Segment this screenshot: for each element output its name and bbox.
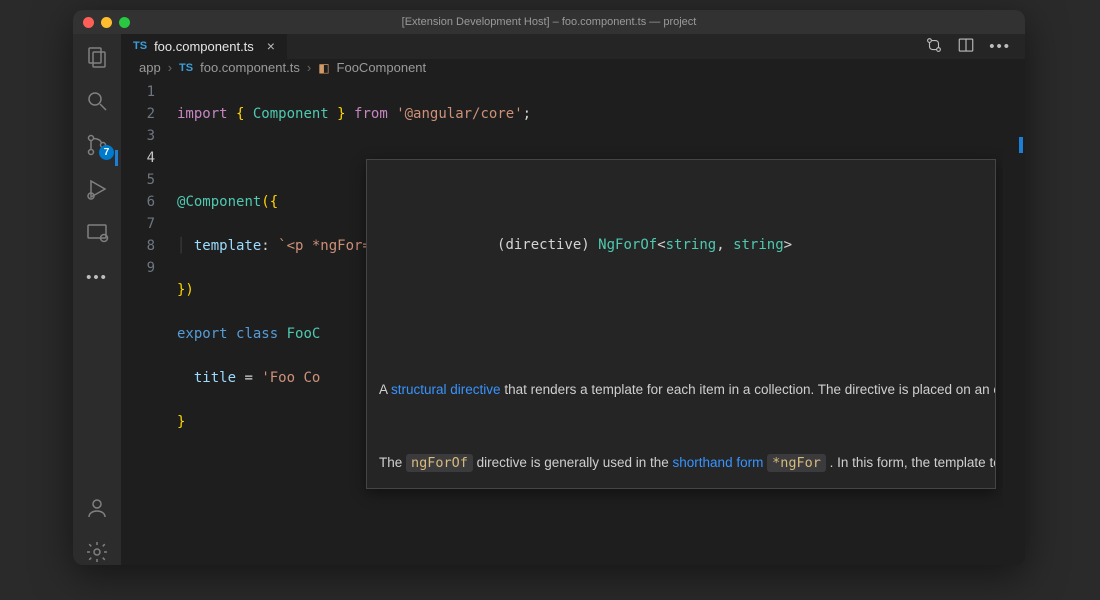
line-gutter: 1 2 3 4 5 6 7 8 9 <box>121 77 169 565</box>
account-icon[interactable] <box>84 495 110 521</box>
search-icon[interactable] <box>84 88 110 114</box>
close-tab-icon[interactable]: × <box>267 38 275 54</box>
window-traffic-lights <box>83 17 130 28</box>
code-content[interactable]: import { Component } from '@angular/core… <box>169 77 1025 565</box>
structural-directive-link[interactable]: structural directive <box>391 382 501 397</box>
breadcrumb-seg[interactable]: foo.component.ts <box>200 60 300 75</box>
tab-bar: TS foo.component.ts × ••• <box>121 34 1025 59</box>
shorthand-form-link[interactable]: shorthand form <box>673 455 764 470</box>
tab-foo-component[interactable]: TS foo.component.ts × <box>121 34 288 59</box>
titlebar[interactable]: [Extension Development Host] – foo.compo… <box>73 10 1025 34</box>
typescript-file-icon: TS <box>133 40 147 52</box>
typescript-file-icon: TS <box>179 62 193 74</box>
breadcrumb-seg[interactable]: app <box>139 60 161 75</box>
tab-label: foo.component.ts <box>154 39 254 54</box>
hover-signature: (directive) NgForOf<string, string> <box>367 204 995 284</box>
minimap[interactable] <box>1003 77 1025 565</box>
editor-window: [Extension Development Host] – foo.compo… <box>73 10 1025 565</box>
editor-actions: ••• <box>911 34 1025 59</box>
code-editor[interactable]: 1 2 3 4 5 6 7 8 9 import { Component } f… <box>121 77 1025 565</box>
source-control-icon[interactable]: 7 <box>84 132 110 158</box>
split-editor-icon[interactable] <box>957 36 975 57</box>
explorer-icon[interactable] <box>84 44 110 70</box>
more-actions-icon[interactable]: ••• <box>989 38 1011 55</box>
close-window-button[interactable] <box>83 17 94 28</box>
window-title: [Extension Development Host] – foo.compo… <box>73 16 1025 28</box>
breadcrumb[interactable]: app › TS foo.component.ts › ◧ FooCompone… <box>121 59 1025 77</box>
minimap-cursor <box>1019 137 1023 153</box>
editor-body: 7 ••• TS foo.component.ts × <box>73 34 1025 565</box>
remote-icon[interactable] <box>84 220 110 246</box>
settings-gear-icon[interactable] <box>84 539 110 565</box>
activity-bar: 7 ••• <box>73 34 121 565</box>
run-debug-icon[interactable] <box>84 176 110 202</box>
breadcrumb-seg[interactable]: FooComponent <box>337 60 427 75</box>
class-symbol-icon: ◧ <box>318 61 329 75</box>
more-icon[interactable]: ••• <box>84 264 110 290</box>
compare-changes-icon[interactable] <box>925 36 943 57</box>
scm-badge: 7 <box>99 145 114 160</box>
chevron-right-icon: › <box>307 60 311 75</box>
maximize-window-button[interactable] <box>119 17 130 28</box>
hover-doc: A structural directive that renders a te… <box>367 328 995 489</box>
hover-tooltip[interactable]: (directive) NgForOf<string, string> A st… <box>366 159 996 489</box>
editor-area: TS foo.component.ts × ••• app › TS foo.c… <box>121 34 1025 565</box>
chevron-right-icon: › <box>168 60 172 75</box>
minimize-window-button[interactable] <box>101 17 112 28</box>
